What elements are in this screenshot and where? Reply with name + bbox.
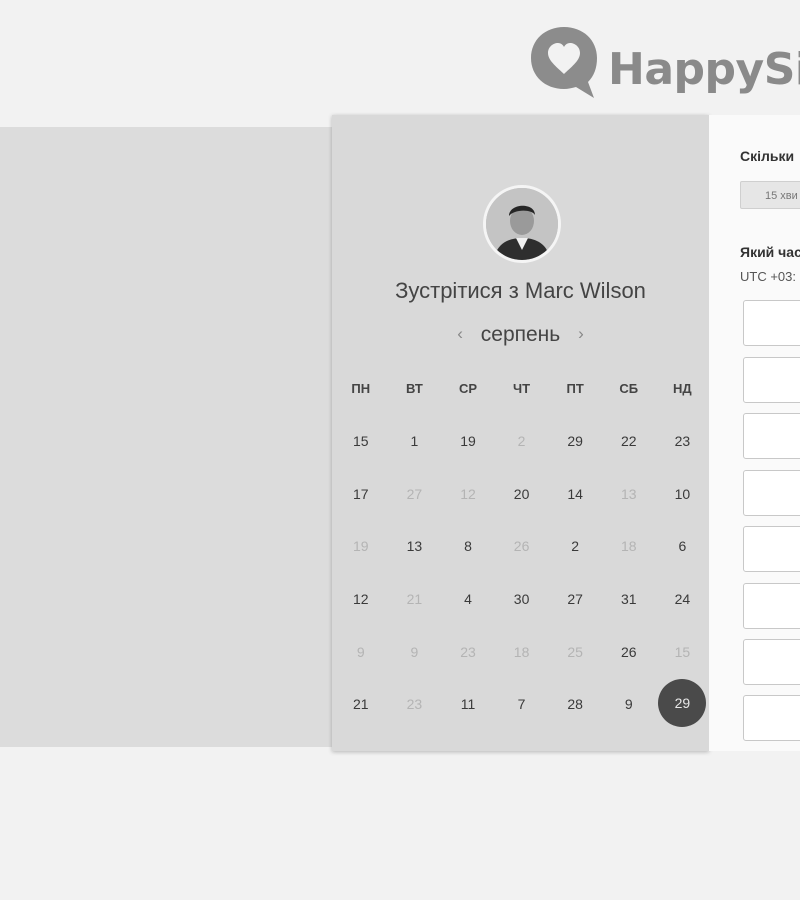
calendar-day[interactable]: 14 (548, 468, 602, 521)
calendar-day[interactable]: 10 (656, 468, 710, 521)
calendar-day[interactable]: 28 (548, 678, 602, 731)
time-slot[interactable] (743, 413, 800, 459)
calendar-day[interactable]: 19 (441, 415, 495, 468)
calendar-day[interactable]: 6 (656, 520, 710, 573)
time-slot[interactable] (743, 357, 800, 403)
calendar-day[interactable]: 13 (388, 520, 442, 573)
calendar-day: 15 (674, 643, 691, 660)
calendar-week-row: 21 23 11 7 28 9 29 (334, 678, 710, 731)
calendar-week-row: 12 21 4 30 27 31 24 (334, 573, 710, 626)
heart-bubble-icon (531, 27, 597, 98)
calendar-day: 26 (513, 538, 530, 555)
calendar-day[interactable]: 31 (602, 573, 656, 626)
calendar-day[interactable]: 7 (495, 678, 549, 731)
calendar-day[interactable]: 21 (334, 678, 388, 731)
timezone-label: UTC +03: (740, 269, 796, 284)
calendar-day: 2 (517, 433, 526, 450)
calendar-day[interactable]: 15 (334, 415, 388, 468)
weekday-header: ПН ВТ СР ЧТ ПТ СБ НД (334, 381, 710, 396)
calendar-day: 9 (410, 643, 419, 660)
calendar-week-row: 19 13 8 26 2 18 6 (334, 520, 710, 573)
calendar-day[interactable]: 30 (495, 573, 549, 626)
calendar-day[interactable]: 27 (548, 573, 602, 626)
calendar-day: 25 (567, 643, 583, 660)
calendar-day: 23 (460, 643, 476, 660)
calendar-day[interactable]: 23 (656, 415, 710, 468)
calendar-day: 18 (513, 643, 530, 660)
calendar-day: 18 (620, 538, 637, 555)
meeting-title: Зустрітися з Marc Wilson (395, 278, 646, 303)
time-slot[interactable] (743, 639, 800, 685)
calendar-day-selected[interactable]: 29 (656, 678, 710, 731)
booking-panel: Скільки 15 хви Який час UTC +03: (709, 115, 800, 751)
duration-option-button[interactable]: 15 хви (740, 181, 800, 209)
weekday-label: НД (673, 381, 692, 396)
calendar-week-row: 15 1 19 2 29 22 23 (334, 415, 710, 468)
calendar-day[interactable]: 26 (602, 625, 656, 678)
weekday-label: ПТ (566, 381, 584, 396)
weekday-label: ПН (351, 381, 371, 396)
calendar-day: 19 (353, 538, 369, 555)
calendar-day[interactable]: 4 (441, 573, 495, 626)
duration-question: Скільки (740, 148, 795, 164)
time-slot[interactable] (743, 695, 800, 741)
brand-name: HappySig (608, 44, 800, 95)
month-navigator: ‹ серпень › (332, 323, 709, 347)
left-panel (0, 127, 332, 747)
calendar-day[interactable]: 20 (495, 468, 549, 521)
calendar-grid: 15 1 19 2 29 22 23 17 27 12 20 14 13 10 19 13 8 26 2 18 6 12 2… (334, 415, 710, 731)
calendar-day: 27 (406, 485, 423, 502)
time-slot[interactable] (743, 526, 800, 572)
calendar-day[interactable]: 2 (548, 520, 602, 573)
time-slot[interactable] (743, 470, 800, 516)
calendar-day[interactable]: 8 (441, 520, 495, 573)
weekday-label: ВТ (405, 381, 423, 396)
chevron-right-icon[interactable]: › (578, 324, 584, 344)
brand-logo[interactable]: HappySig (528, 24, 800, 100)
weekday-label: ЧТ (513, 381, 531, 396)
calendar-day[interactable]: 11 (441, 678, 495, 731)
month-label: серпень (480, 323, 561, 346)
calendar-day[interactable]: 9 (602, 678, 656, 731)
calendar-day[interactable]: 12 (334, 573, 388, 626)
calendar-day: 12 (460, 485, 476, 502)
time-question: Який час (740, 244, 800, 260)
calendar-day: 23 (406, 696, 423, 713)
calendar-day: 13 (620, 485, 637, 502)
calendar-day[interactable]: 24 (656, 573, 710, 626)
calendar-day[interactable]: 29 (548, 415, 602, 468)
calendar-day: 9 (356, 643, 365, 660)
time-slot[interactable] (743, 300, 800, 346)
calendar-day[interactable]: 1 (388, 415, 442, 468)
weekday-label: СБ (619, 381, 639, 396)
calendar-week-row: 17 27 12 20 14 13 10 (334, 468, 710, 521)
calendar-day[interactable]: 22 (602, 415, 656, 468)
calendar-week-row: 9 9 23 18 25 26 15 (334, 625, 710, 678)
calendar-panel: Зустрітися з Marc Wilson ‹ серпень › ПН … (332, 115, 709, 751)
calendar-day: 21 (406, 591, 423, 608)
avatar (483, 185, 561, 263)
chevron-left-icon[interactable]: ‹ (457, 324, 463, 344)
calendar-day[interactable]: 17 (334, 468, 388, 521)
weekday-label: СР (458, 381, 478, 396)
time-slot[interactable] (743, 583, 800, 629)
